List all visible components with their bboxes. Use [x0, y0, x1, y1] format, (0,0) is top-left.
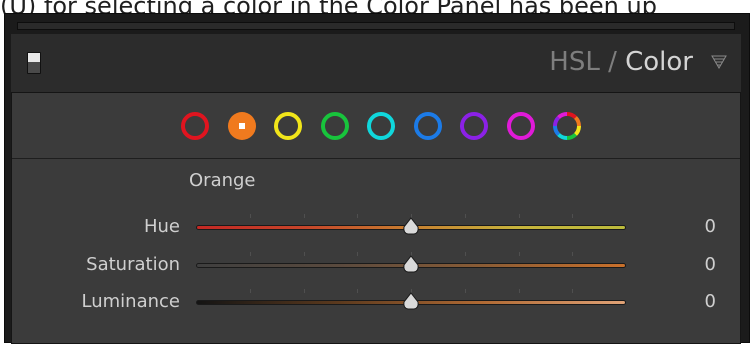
title-hsl[interactable]: HSL — [549, 47, 600, 77]
swatch-red[interactable] — [179, 110, 211, 142]
tick-mark — [572, 289, 574, 293]
swatch-green[interactable] — [319, 110, 351, 142]
slider-row-luminance: Luminance 0 — [12, 288, 740, 318]
swatch-all[interactable] — [551, 110, 583, 142]
slider-row-hue: Hue 0 — [12, 213, 740, 243]
tick-mark — [303, 252, 305, 256]
tick-mark — [249, 252, 251, 256]
slider-label-luminance: Luminance — [81, 291, 180, 312]
tick-mark — [357, 289, 359, 293]
tick-mark — [572, 214, 574, 218]
title-color[interactable]: Color — [625, 47, 693, 77]
tick-mark — [464, 214, 466, 218]
tick-mark — [249, 289, 251, 293]
swatch-purple[interactable] — [458, 110, 490, 142]
slider-label-saturation: Saturation — [86, 254, 180, 275]
tick-mark — [249, 214, 251, 218]
swatch-magenta[interactable] — [505, 110, 537, 142]
swatch-aqua[interactable] — [365, 110, 397, 142]
tick-mark — [518, 214, 520, 218]
tick-mark — [303, 214, 305, 218]
slider-thumb-luminance[interactable] — [400, 291, 422, 313]
slider-thumb-hue[interactable] — [400, 216, 422, 238]
panel-title: HSL / Color — [549, 44, 693, 80]
slider-label-hue: Hue — [143, 216, 180, 237]
slider-value-luminance[interactable]: 0 — [676, 291, 716, 313]
selected-color-title: Orange — [189, 170, 256, 191]
slider-value-hue[interactable]: 0 — [676, 216, 716, 238]
color-swatch-bar — [12, 93, 740, 159]
tick-mark — [357, 252, 359, 256]
tick-mark — [572, 252, 574, 256]
swatch-blue[interactable] — [412, 110, 444, 142]
hsl-color-panel: HSL / Color Orange Hue 0 Saturation 0 Lumina… — [4, 13, 750, 344]
panel-switch-icon[interactable] — [27, 52, 41, 74]
slider-thumb-saturation[interactable] — [400, 254, 422, 276]
tick-mark — [357, 214, 359, 218]
panel-content: Orange Hue 0 Saturation 0 Luminance 0 — [11, 92, 741, 344]
tick-mark — [303, 289, 305, 293]
panel-header[interactable]: HSL / Color — [11, 34, 741, 92]
swatch-orange[interactable] — [226, 110, 258, 142]
title-separator: / — [599, 47, 626, 77]
tick-mark — [464, 289, 466, 293]
tick-mark — [464, 252, 466, 256]
slider-row-saturation: Saturation 0 — [12, 251, 740, 281]
tick-mark — [518, 252, 520, 256]
slider-value-saturation[interactable]: 0 — [676, 254, 716, 276]
tick-mark — [518, 289, 520, 293]
slider-section: Orange Hue 0 Saturation 0 Luminance 0 — [12, 159, 740, 345]
swatch-yellow[interactable] — [272, 110, 304, 142]
panel-divider-bar — [17, 22, 735, 30]
triangle-down-icon[interactable] — [711, 54, 727, 70]
